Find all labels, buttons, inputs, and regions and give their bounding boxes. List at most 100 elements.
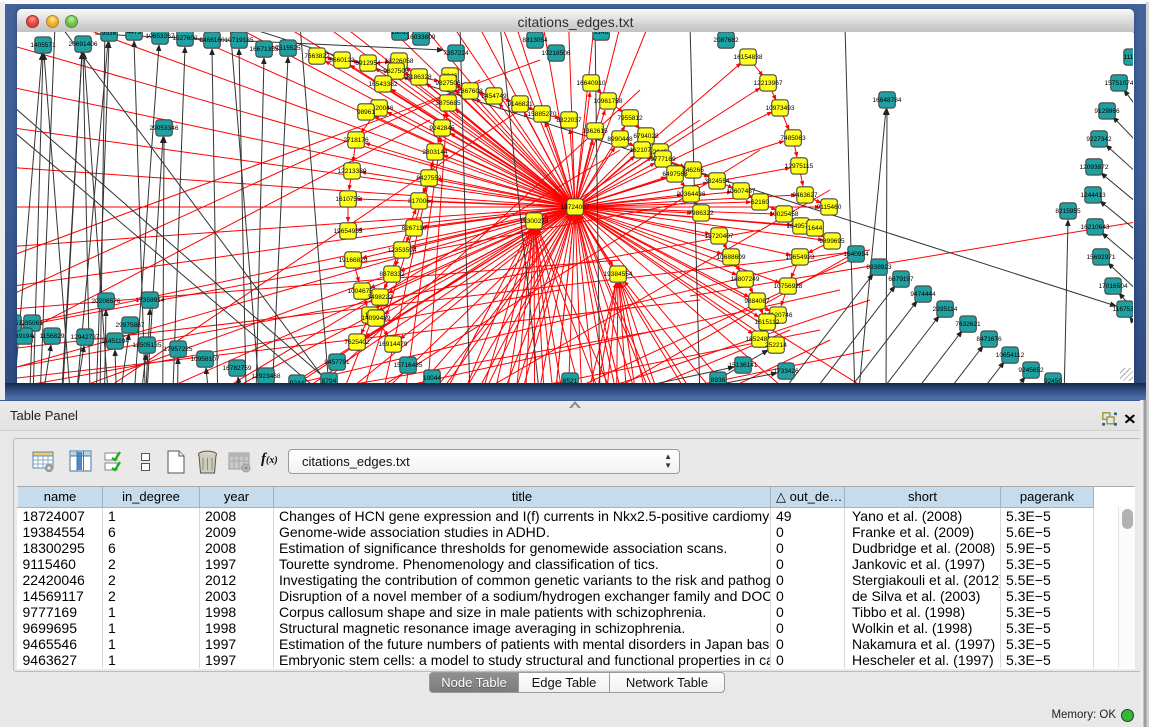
svg-text:3875685: 3875685 [435,100,461,107]
svg-text:19166829: 19166829 [339,257,368,264]
svg-text:1640954: 1640954 [843,251,869,258]
svg-text:29053346: 29053346 [150,125,179,132]
svg-text:8813054: 8813054 [522,37,548,44]
svg-text:12213967: 12213967 [754,80,783,87]
svg-text:7357224: 7357224 [443,50,469,57]
svg-text:10044: 10044 [423,375,441,382]
svg-text:98961: 98961 [357,109,375,116]
svg-text:10958107: 10958107 [191,356,220,363]
svg-text:9129966: 9129966 [1094,108,1120,115]
svg-text:9936: 9936 [102,32,117,37]
svg-text:15300273: 15300273 [520,218,549,225]
svg-text:2935114: 2935114 [933,306,958,313]
svg-text:8990448: 8990448 [607,136,633,143]
svg-text:1527602: 1527602 [172,35,198,42]
svg-text:20691406: 20691406 [69,41,98,48]
svg-text:14099489: 14099489 [362,315,391,322]
svg-text:1405571: 1405571 [30,42,56,49]
svg-text:8322037: 8322037 [556,117,582,124]
svg-text:12975115: 12975115 [785,163,814,170]
svg-text:15716485: 15716485 [394,362,423,369]
svg-text:20206576: 20206576 [92,298,121,305]
svg-text:17359914: 17359914 [136,297,165,304]
svg-text:12505135: 12505135 [133,342,162,349]
svg-text:8660123: 8660123 [329,57,355,64]
svg-text:12942737: 12942737 [71,334,100,341]
svg-text:7632621: 7632621 [955,321,981,328]
svg-text:8427552: 8427552 [416,175,442,182]
svg-text:6679197: 6679197 [888,276,914,283]
svg-text:10719185: 10719185 [225,37,254,44]
svg-text:15720407: 15720407 [705,233,734,240]
svg-text:7515525: 7515525 [275,45,301,52]
svg-text:18807249: 18807249 [731,276,760,283]
svg-text:16782759: 16782759 [223,365,252,372]
svg-text:62160: 62160 [751,199,769,206]
svg-text:16640910: 16640910 [577,80,606,87]
svg-text:9146821: 9146821 [507,101,533,108]
svg-text:8186328: 8186328 [406,74,432,81]
svg-text:16914479: 16914479 [379,341,408,348]
svg-text:9242845: 9242845 [429,125,455,132]
svg-text:16154838: 16154838 [734,54,763,61]
svg-text:8912954: 8912954 [355,60,381,67]
svg-text:1156829: 1156829 [40,333,65,340]
svg-text:11125: 11125 [1123,54,1133,61]
svg-text:12213389: 12213389 [338,168,367,175]
svg-text:10607487: 10607487 [727,188,756,195]
svg-text:9777169: 9777169 [650,156,676,163]
svg-text:12923468: 12923468 [252,373,281,380]
svg-text:3824554: 3824554 [704,178,730,185]
svg-text:4479: 4479 [127,32,142,36]
svg-text:12093872: 12093872 [1080,164,1109,171]
svg-text:9457791: 9457791 [324,359,350,366]
svg-text:17957225: 17957225 [164,346,193,353]
svg-text:8267110: 8267110 [402,225,427,232]
svg-text:9474444: 9474444 [910,291,936,298]
svg-text:6466160: 6466160 [199,37,225,44]
svg-text:18724007: 18724007 [561,204,590,211]
svg-text:10653267: 10653267 [146,33,175,40]
svg-text:15136141: 15136141 [729,362,758,369]
svg-text:19654923: 19654923 [786,254,815,261]
svg-text:29975867: 29975867 [116,322,145,329]
svg-text:2867608: 2867608 [457,88,483,95]
svg-text:1167533: 1167533 [1113,306,1133,313]
svg-text:20364436: 20364436 [677,191,706,198]
svg-text:19654955: 19654955 [334,228,363,235]
svg-text:1362615: 1362615 [582,128,608,135]
svg-text:1615112: 1615112 [755,319,780,326]
svg-text:11451194: 11451194 [101,338,129,345]
svg-text:6794028: 6794028 [633,133,659,140]
svg-text:10961758: 10961758 [594,98,623,105]
svg-text:8471676: 8471676 [976,336,1002,343]
svg-text:817006: 817006 [408,198,430,205]
svg-text:1733426: 1733426 [773,368,799,375]
svg-text:15751074: 15751074 [1105,80,1133,87]
svg-text:1244413: 1244413 [1080,192,1106,199]
svg-text:8215955: 8215955 [1055,208,1081,215]
svg-text:9115460: 9115460 [817,204,842,211]
svg-text:9899695: 9899695 [819,238,845,245]
svg-text:7485063: 7485063 [780,135,806,142]
svg-text:8454749: 8454749 [481,93,507,100]
svg-text:3498222: 3498222 [367,294,393,301]
svg-text:1621072: 1621072 [629,147,655,154]
svg-text:15885270: 15885270 [528,111,557,118]
svg-text:10688609: 10688609 [717,254,746,261]
svg-text:7986322: 7986322 [688,210,714,217]
svg-text:1644: 1644 [808,225,823,232]
svg-text:9245652: 9245652 [1018,367,1044,374]
svg-text:10973493: 10973493 [766,105,795,112]
svg-text:9884067: 9884067 [744,298,770,305]
svg-text:8938923: 8938923 [866,264,892,271]
svg-text:19218506: 19218506 [542,50,571,57]
svg-text:10025458: 10025458 [770,211,799,218]
svg-text:10756928: 10756928 [774,283,803,290]
svg-text:15692971: 15692971 [1087,254,1116,261]
svg-text:16648784: 16648784 [873,97,902,104]
svg-text:2718176: 2718176 [343,137,369,144]
svg-text:9463627: 9463627 [792,192,818,199]
svg-text:7663822: 7663822 [304,53,330,60]
svg-text:9827506: 9827506 [435,80,461,87]
